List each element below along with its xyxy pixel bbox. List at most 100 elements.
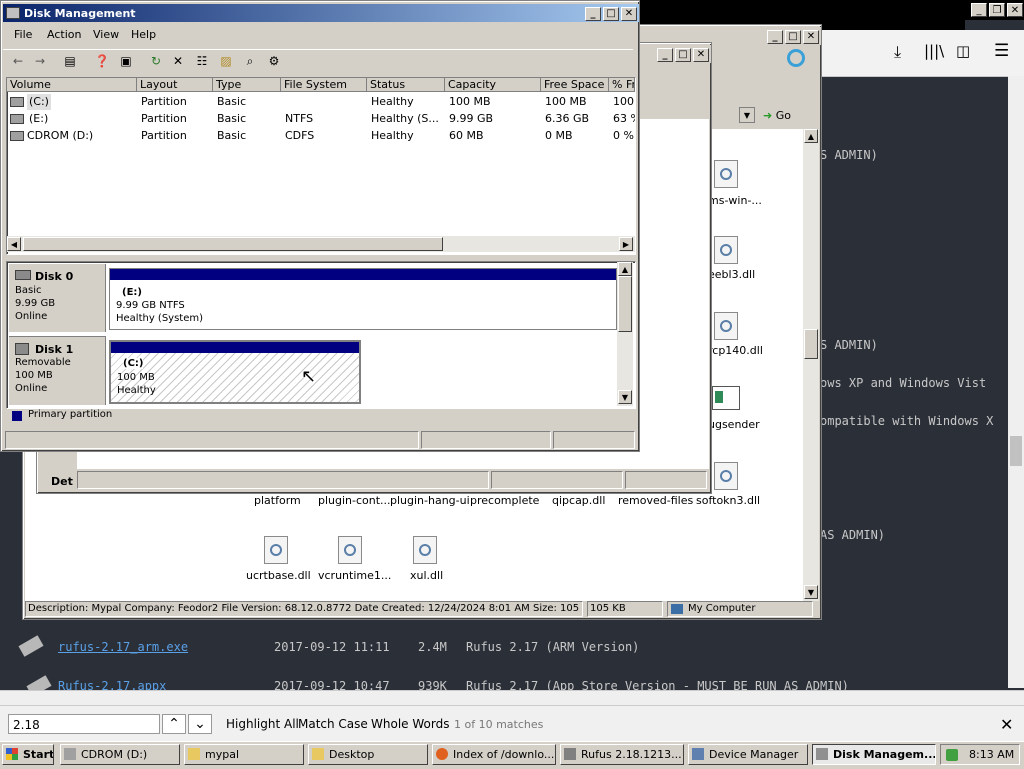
search-icon[interactable]: ⌕ — [241, 52, 259, 70]
explorer-close-icon[interactable]: ✕ — [803, 29, 819, 44]
col-type[interactable]: Type — [213, 78, 281, 92]
middle-maximize-icon[interactable]: □ — [675, 47, 691, 62]
volume-hscroll-thumb[interactable] — [23, 237, 443, 251]
col-volume[interactable]: Volume — [7, 78, 137, 92]
menu-file[interactable]: File — [14, 25, 32, 45]
file-desc: Rufus 2.17 (ARM Version) — [466, 640, 640, 654]
file-size: 2.4M — [418, 640, 447, 654]
properties-icon[interactable]: ☷ — [193, 52, 211, 70]
col-capacity[interactable]: Capacity — [445, 78, 541, 92]
taskbar-item-mypal[interactable]: mypal — [184, 744, 304, 765]
clock[interactable]: 8:13 AM — [969, 748, 1014, 761]
browser-close-icon[interactable]: ✕ — [1007, 3, 1023, 17]
menu-help[interactable]: Help — [131, 25, 156, 45]
computer-icon — [671, 604, 683, 614]
network-icon[interactable] — [946, 749, 958, 761]
disk-mgmt-close-icon[interactable]: ✕ — [621, 6, 637, 21]
volume-hscrollbar[interactable]: ◀ ▶ — [7, 236, 635, 252]
hard-disk-icon — [15, 270, 31, 280]
browser-hscrollbar[interactable] — [0, 690, 1024, 705]
disk-0-info[interactable]: Disk 0 Basic 9.99 GB Online — [9, 264, 106, 332]
file-label: platform — [254, 494, 301, 507]
middle-minimize-icon[interactable]: _ — [657, 47, 673, 62]
cell-free: 6.36 GB — [545, 112, 590, 125]
partition-status: Healthy (System) — [116, 313, 204, 324]
listing-line: ompatible with Windows X — [820, 414, 994, 428]
partition-c[interactable]: (C:) 100 MB Healthy — [109, 340, 361, 404]
help-icon[interactable]: ❓ — [93, 52, 111, 70]
match-count: 1 of 10 matches — [454, 718, 544, 731]
file-link[interactable]: Rufus-2.17.appx — [58, 679, 166, 690]
file-link[interactable]: rufus-2.17_arm.exe — [58, 640, 188, 654]
disk-status-2 — [421, 431, 551, 449]
find-previous-button[interactable]: ⌃ — [162, 714, 186, 734]
partition-e[interactable]: (E:) 9.99 GB NTFS Healthy (System) — [109, 268, 617, 330]
find-close-icon[interactable]: ✕ — [1000, 715, 1013, 734]
disk-view: Disk 0 Basic 9.99 GB Online (E:) 9.99 GB… — [6, 261, 636, 409]
file-label: xul.dll — [410, 569, 444, 582]
disk-state: Online — [15, 311, 48, 322]
folder-icon — [312, 748, 324, 760]
start-button[interactable]: Start — [2, 744, 54, 765]
browser-minimize-icon[interactable]: _ — [971, 3, 987, 17]
browser-scrollbar[interactable] — [1008, 76, 1024, 688]
col-status[interactable]: Status — [367, 78, 445, 92]
taskbar-item-disk-management[interactable]: Disk Managem... — [812, 744, 936, 765]
col-filesystem[interactable]: File System — [281, 78, 367, 92]
address-dropdown-icon[interactable]: ▼ — [739, 107, 755, 123]
col-freespace[interactable]: Free Space — [541, 78, 609, 92]
cell-status: Healthy (S... — [371, 112, 439, 125]
explorer-maximize-icon[interactable]: □ — [785, 29, 801, 44]
taskbar-item-cdrom[interactable]: CDROM (D:) — [60, 744, 180, 765]
cell-layout: Partition — [141, 95, 187, 108]
go-button[interactable]: ➜ Go — [763, 107, 811, 125]
menu-view[interactable]: View — [93, 25, 119, 45]
menu-icon[interactable]: ☰ — [994, 41, 1009, 61]
find-input[interactable]: 2.18 — [8, 714, 160, 734]
show-hide-icon[interactable]: ▣ — [117, 52, 135, 70]
file-label: eebl3.dll — [708, 268, 756, 281]
sidebar-icon[interactable]: ◫ — [956, 42, 970, 60]
exe-file-icon — [712, 386, 740, 410]
cell-volume: (C:) — [27, 94, 51, 110]
menu-action[interactable]: Action — [47, 25, 81, 45]
taskbar-item-desktop[interactable]: Desktop — [308, 744, 428, 765]
find-next-button[interactable]: ⌄ — [188, 714, 212, 734]
refresh-icon[interactable]: ↻ — [147, 52, 165, 70]
middle-close-icon[interactable]: ✕ — [693, 47, 709, 62]
cell-type: Basic — [217, 95, 247, 108]
highlight-all-button[interactable]: Highlight All — [226, 717, 299, 731]
explorer-scrollbar[interactable]: ▲ ▼ — [803, 129, 819, 601]
col-layout[interactable]: Layout — [137, 78, 213, 92]
disk-view-scroll-thumb[interactable] — [618, 276, 632, 332]
match-case-button[interactable]: Match Case — [298, 717, 368, 731]
library-icon[interactable]: |||\ — [924, 42, 944, 60]
delete-icon[interactable]: ✕ — [169, 52, 187, 70]
browser-scroll-thumb[interactable] — [1010, 436, 1022, 466]
console-tree-icon[interactable]: ▤ — [61, 52, 79, 70]
download-icon[interactable]: ⤓ — [894, 42, 901, 62]
status-location: My Computer — [667, 601, 813, 617]
back-icon[interactable]: ← — [9, 52, 27, 70]
forward-icon[interactable]: → — [31, 52, 49, 70]
col-percentfree[interactable]: % Fr — [609, 78, 635, 92]
explorer-minimize-icon[interactable]: _ — [767, 29, 783, 44]
disk-mgmt-minimize-icon[interactable]: _ — [585, 6, 601, 21]
taskbar-item-index[interactable]: Index of /downlo... — [432, 744, 556, 765]
volume-icon — [10, 97, 24, 107]
open-icon[interactable]: ▨ — [217, 52, 235, 70]
browser-restore-icon[interactable]: ❐ — [989, 3, 1005, 17]
file-row: Rufus-2.17.appx 2017-09-12 10:47 939K Ru… — [0, 674, 1000, 690]
disk-mgmt-maximize-icon[interactable]: □ — [603, 6, 619, 21]
disk-mgmt-titlebar[interactable]: Disk Management _ □ ✕ — [3, 4, 639, 22]
explorer-scroll-thumb[interactable] — [804, 329, 818, 359]
disk-view-scrollbar[interactable]: ▲ ▼ — [617, 262, 633, 406]
disk-1-info[interactable]: Disk 1 Removable 100 MB Online — [9, 336, 106, 405]
disk-mgmt-app-icon — [6, 7, 20, 19]
taskbar-item-device-manager[interactable]: Device Manager — [688, 744, 808, 765]
taskbar-item-rufus[interactable]: Rufus 2.18.1213... — [560, 744, 684, 765]
settings-icon[interactable]: ⚙ — [265, 52, 283, 70]
whole-words-button[interactable]: Whole Words — [371, 717, 449, 731]
ie-logo-icon — [787, 49, 805, 67]
volume-icon — [10, 114, 24, 124]
